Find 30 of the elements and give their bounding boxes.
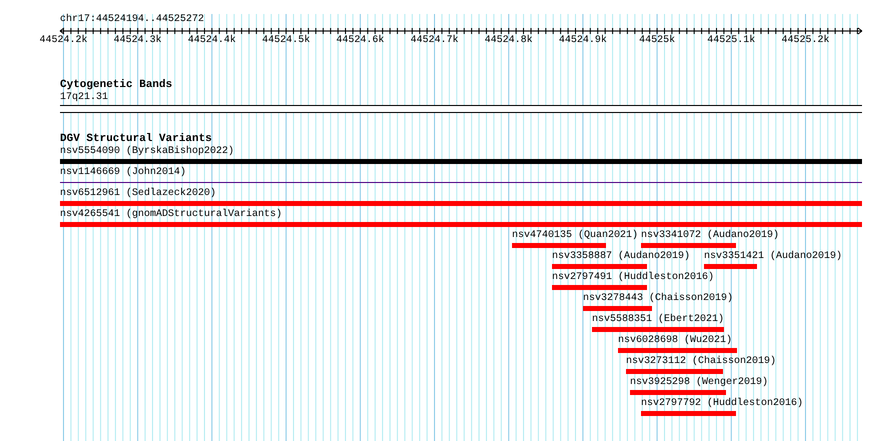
tick-label: 44524.9k [558,35,607,47]
tick-label: 44524.7k [410,35,458,47]
variant-label: nsv1146669 (John2014) [60,167,186,179]
variant-label: nsv3925298 (Wenger2019) [630,377,768,389]
tick-label: 44525.1k [707,35,756,47]
variant-label: nsv3273112 (Chaisson2019) [626,356,776,368]
variant-label: nsv3351421 (Audano2019) [704,251,842,263]
region-label: chr17:44524194..44525272 [60,14,204,26]
variant-label: nsv4265541 (gnomADStructuralVariants) [60,209,282,221]
variant-label: nsv3278443 (Chaisson2019) [583,293,734,305]
tick-label: 44524.8k [484,35,533,47]
band-label: 17q21.31 [60,92,108,104]
tick-label: 44525k [639,35,676,47]
tick-label: 44524.2k [40,35,88,47]
tick-label: 44524.6k [336,35,384,47]
variant-label: nsv2797491 (Huddleston2016) [552,272,714,284]
tick-label: 44524.4k [188,35,236,47]
variant-label: nsv6512961 (Sedlazeck2020) [60,188,216,200]
tick-label: 44524.3k [114,35,162,47]
variant-label: nsv3358887 (Audano2019) [552,251,690,263]
variant-label: nsv5554090 (ByrskaBishop2022) [60,146,234,158]
variant-label: nsv6028698 (Wu2021) [618,335,732,347]
track-title: DGV Structural Variants [60,133,212,146]
variant-label: nsv4740135 (Quan2021) [512,230,638,242]
variant-label: nsv3341072 (Audano2019) [641,230,780,242]
variant-label: nsv2797792 (Huddleston2016) [641,398,804,410]
variant-label: nsv5588351 (Ebert2021) [592,314,724,326]
track-title: Cytogenetic Bands [60,79,172,92]
tick-label: 44524.5k [262,35,310,47]
tick-label: 44525.2k [782,35,830,47]
